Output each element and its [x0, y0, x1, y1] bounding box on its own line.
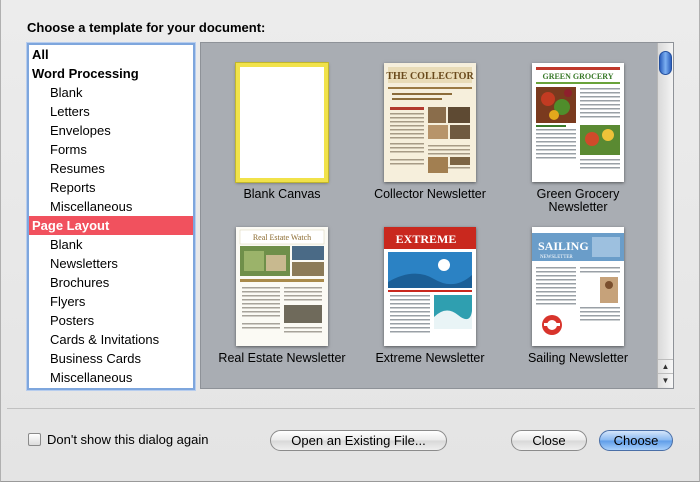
template-thumbnail[interactable]: EXTREME — [384, 227, 476, 346]
svg-text:NEWSLETTER: NEWSLETTER — [540, 255, 573, 260]
template-caption: Real Estate Newsletter — [218, 351, 346, 365]
template-caption: Extreme Newsletter — [375, 351, 485, 365]
template-thumbnail[interactable] — [236, 63, 328, 182]
category-page-layout[interactable]: Page Layout — [29, 216, 193, 235]
gallery-scrollbar[interactable]: ▲ ▼ — [657, 43, 673, 388]
template-thumbnail[interactable]: GREEN GROCERY — [532, 63, 624, 182]
template-caption: Sailing Newsletter — [527, 351, 629, 365]
svg-text:EXTREME: EXTREME — [396, 232, 457, 246]
green-grocery-preview-image: GREEN GROCERY — [532, 63, 624, 182]
svg-text:THE COLLECTOR: THE COLLECTOR — [386, 71, 474, 82]
category-pl-posters[interactable]: Posters — [29, 311, 193, 330]
scrollbar-thumb[interactable] — [659, 51, 672, 75]
category-pl-miscellaneous[interactable]: Miscellaneous — [29, 368, 193, 387]
close-button[interactable]: Close — [511, 430, 587, 451]
template-thumbnail[interactable]: Real Estate Watch — [236, 227, 328, 346]
dont-show-again-option[interactable]: Don't show this dialog again — [28, 432, 208, 447]
template-caption: Green Grocery Newsletter — [507, 188, 649, 214]
collector-preview-image: THE COLLECTOR — [384, 63, 476, 182]
category-word-processing[interactable]: Word Processing — [29, 64, 193, 83]
category-pl-flyers[interactable]: Flyers — [29, 292, 193, 311]
scroll-up-arrow-icon[interactable]: ▲ — [658, 359, 673, 373]
category-pl-blank[interactable]: Blank — [29, 235, 193, 254]
template-caption: Collector Newsletter — [374, 187, 486, 201]
category-wp-reports[interactable]: Reports — [29, 178, 193, 197]
extreme-preview-image: EXTREME — [384, 227, 476, 346]
category-wp-blank[interactable]: Blank — [29, 83, 193, 102]
template-thumbnail[interactable]: SAILING NEWSLETTER — [532, 227, 624, 346]
dialog-prompt: Choose a template for your document: — [27, 20, 266, 35]
footer-divider — [7, 408, 695, 409]
category-pl-business-cards[interactable]: Business Cards — [29, 349, 193, 368]
choose-button[interactable]: Choose — [599, 430, 673, 451]
category-pl-cards-invitations[interactable]: Cards & Invitations — [29, 330, 193, 349]
caption-line-2: Newsletter — [548, 200, 608, 214]
svg-text:GREEN GROCERY: GREEN GROCERY — [542, 72, 613, 81]
category-pl-brochures[interactable]: Brochures — [29, 273, 193, 292]
category-wp-envelopes[interactable]: Envelopes — [29, 121, 193, 140]
category-wp-forms[interactable]: Forms — [29, 140, 193, 159]
category-wp-resumes[interactable]: Resumes — [29, 159, 193, 178]
real-estate-preview-image: Real Estate Watch — [236, 227, 328, 346]
open-existing-file-button[interactable]: Open an Existing File... — [270, 430, 447, 451]
dont-show-again-checkbox[interactable] — [28, 433, 41, 446]
category-pl-newsletters[interactable]: Newsletters — [29, 254, 193, 273]
dont-show-again-label[interactable]: Don't show this dialog again — [47, 432, 208, 447]
scroll-down-arrow-icon[interactable]: ▼ — [658, 373, 673, 387]
caption-line-1: Green Grocery — [536, 187, 620, 201]
category-wp-miscellaneous[interactable]: Miscellaneous — [29, 197, 193, 216]
category-list[interactable]: All Word Processing Blank Letters Envelo… — [27, 43, 195, 390]
template-thumbnail[interactable]: THE COLLECTOR — [384, 63, 476, 182]
category-all[interactable]: All — [29, 45, 193, 64]
svg-text:SAILING: SAILING — [538, 239, 589, 253]
sailing-preview-image: SAILING NEWSLETTER — [532, 227, 624, 346]
svg-text:Real Estate Watch: Real Estate Watch — [253, 233, 311, 242]
template-chooser-dialog: Choose a template for your document: All… — [0, 0, 700, 482]
category-wp-letters[interactable]: Letters — [29, 102, 193, 121]
template-caption: Blank Canvas — [243, 187, 321, 201]
template-gallery: Blank Canvas THE COLLECTOR Collector New… — [200, 42, 674, 389]
